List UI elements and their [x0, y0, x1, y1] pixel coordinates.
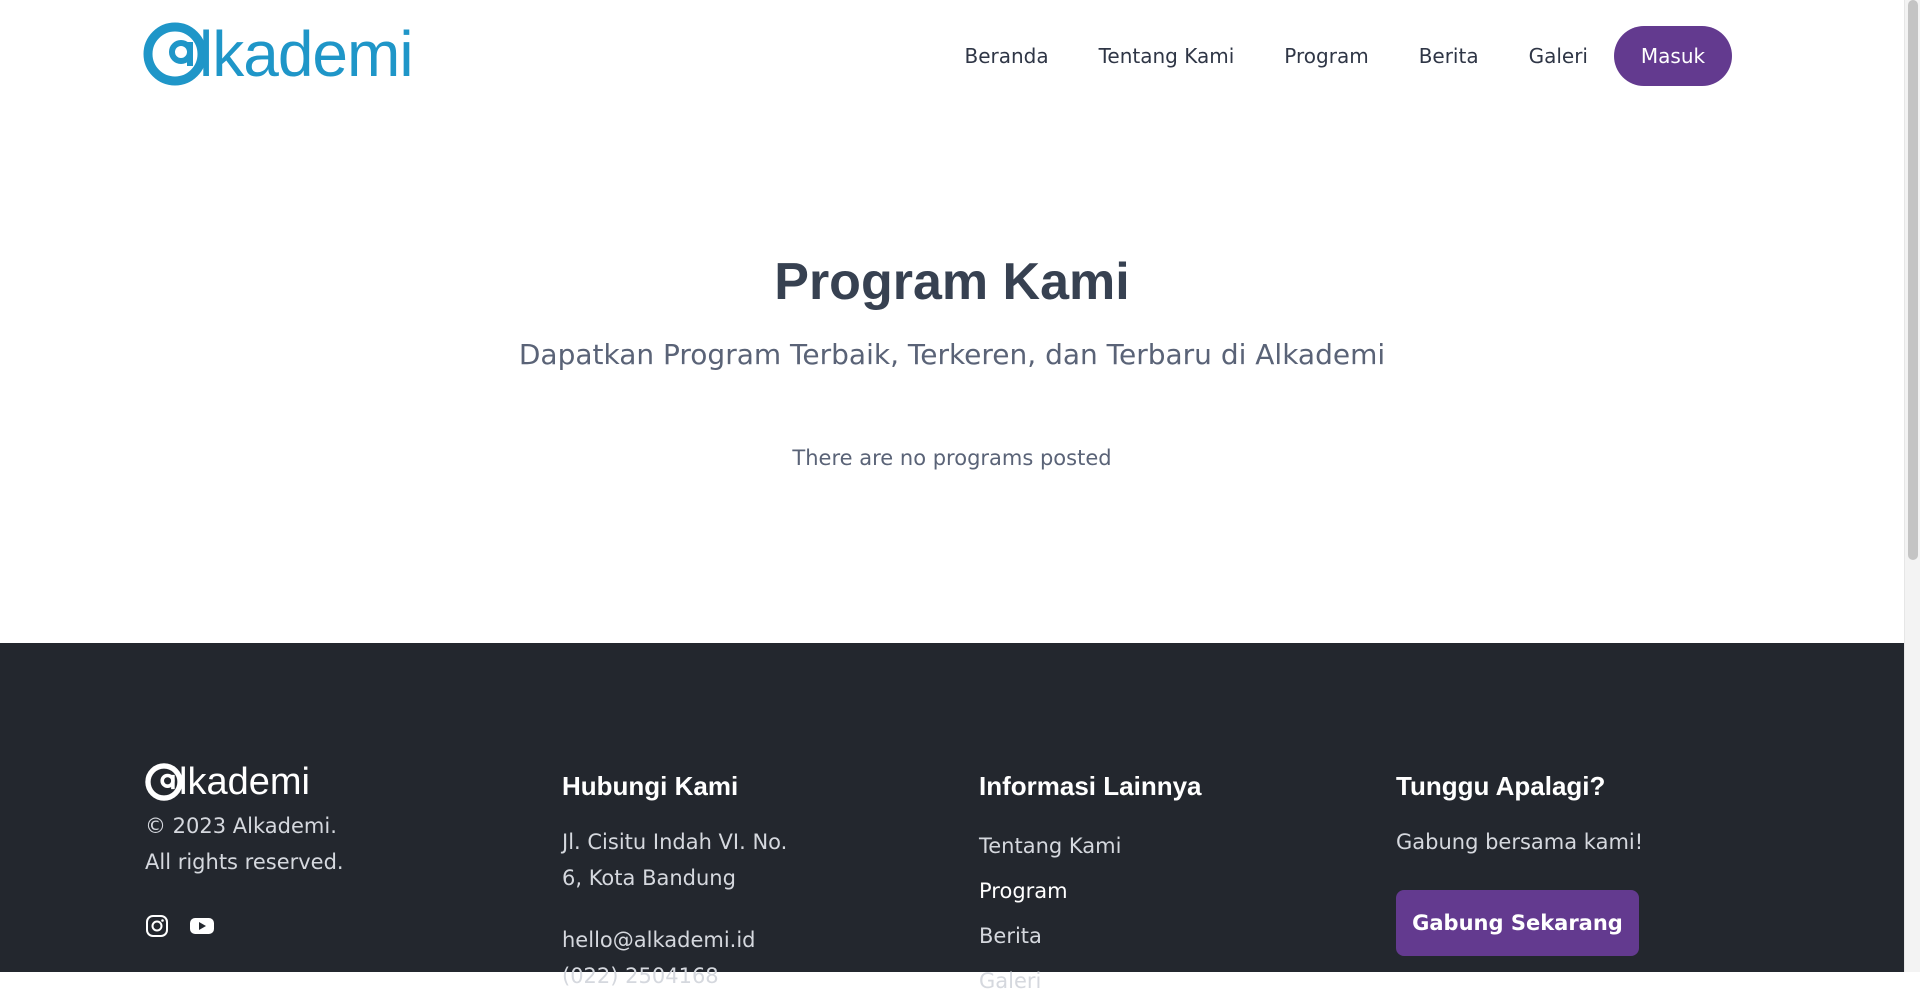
footer-cta: Tunggu Apalagi? Gabung bersama kami! Gab…: [1396, 771, 1643, 956]
info-heading: Informasi Lainnya: [979, 771, 1202, 801]
cta-text: Gabung bersama kami!: [1396, 830, 1644, 854]
info-links: Tentang Kami Program Berita Galeri: [979, 824, 1202, 1004]
contact-heading: Hubungi Kami: [562, 771, 739, 801]
contact-details: hello@alkademi.id (022) 2504168: [562, 922, 792, 994]
footer-contact: Hubungi Kami Jl. Cisitu Indah VI. No. 6,…: [562, 771, 792, 994]
instagram-icon: [146, 915, 168, 937]
footer-link-program[interactable]: Program: [979, 869, 1202, 914]
instagram-link[interactable]: [145, 914, 169, 938]
page-title: Program Kami: [774, 253, 1130, 311]
copyright: © 2023 Alkademi. All rights reserved.: [145, 808, 344, 880]
copyright-line: © 2023 Alkademi.: [145, 814, 337, 838]
logo-text: lkademi: [199, 18, 414, 90]
footer-link-tentang-kami[interactable]: Tentang Kami: [979, 824, 1202, 869]
main-nav: Beranda Tentang Kami Program Berita Gale…: [964, 26, 1732, 86]
footer-logo-mark-icon: [145, 763, 183, 801]
footer-info: Informasi Lainnya Tentang Kami Program B…: [979, 771, 1202, 1004]
page-scrollbar[interactable]: [1904, 0, 1920, 972]
footer-logo[interactable]: lkademi: [145, 762, 344, 802]
login-button[interactable]: Masuk: [1614, 26, 1732, 86]
cta-heading: Tunggu Apalagi?: [1396, 771, 1606, 801]
footer-logo-text: lkademi: [179, 761, 310, 803]
nav-tentang-kami[interactable]: Tentang Kami: [1099, 44, 1235, 68]
footer-link-galeri[interactable]: Galeri: [979, 959, 1202, 1004]
empty-state-message: There are no programs posted: [792, 446, 1112, 470]
footer-link-berita[interactable]: Berita: [979, 914, 1202, 959]
youtube-icon: [190, 918, 214, 934]
join-now-button[interactable]: Gabung Sekarang: [1396, 890, 1639, 956]
nav-beranda[interactable]: Beranda: [964, 44, 1048, 68]
page-subtitle: Dapatkan Program Terbaik, Terkeren, dan …: [518, 338, 1386, 371]
logo-mark-icon: [143, 22, 207, 86]
rights-line: All rights reserved.: [145, 850, 344, 874]
contact-phone[interactable]: (022) 2504168: [562, 958, 792, 994]
contact-address: Jl. Cisitu Indah VI. No. 6, Kota Bandung: [562, 830, 788, 890]
site-footer: lkademi © 2023 Alkademi. All rights rese…: [0, 643, 1904, 993]
youtube-link[interactable]: [189, 914, 215, 938]
social-links: [145, 914, 344, 938]
alkademi-logo[interactable]: lkademi: [143, 18, 414, 90]
nav-program[interactable]: Program: [1284, 44, 1368, 68]
page: lkademi Beranda Tentang Kami Program Ber…: [0, 0, 1920, 993]
site-header: lkademi Beranda Tentang Kami Program Ber…: [0, 0, 1904, 112]
nav-berita[interactable]: Berita: [1419, 44, 1479, 68]
scrollbar-thumb[interactable]: [1908, 0, 1918, 560]
footer-brand: lkademi © 2023 Alkademi. All rights rese…: [145, 763, 344, 938]
contact-email[interactable]: hello@alkademi.id: [562, 922, 792, 958]
nav-galeri[interactable]: Galeri: [1529, 44, 1588, 68]
